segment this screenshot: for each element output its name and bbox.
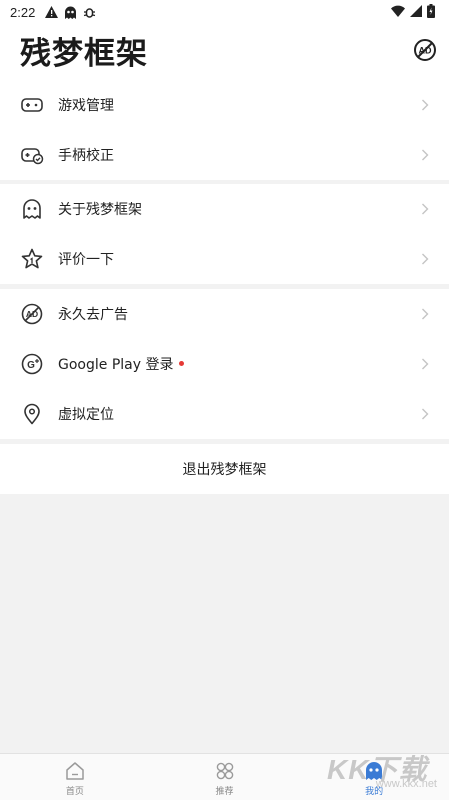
logout-button[interactable]: 退出残梦框架 [0,444,449,494]
gamepad-icon [21,98,43,112]
star-icon [21,248,43,269]
no-ads-icon: AD [21,303,43,325]
tab-mine[interactable]: 我的 [299,754,449,800]
menu-item-label: 虚拟定位 [58,407,114,423]
menu-item-virtual-location[interactable]: 虚拟定位 [0,389,449,439]
menu-item-label: Google Play 登录 [58,357,174,373]
menu-item-remove-ads[interactable]: AD 永久去广告 [0,289,449,339]
chevron-right-icon [422,253,429,265]
menu-item-google-play-login[interactable]: G Google Play 登录 [0,339,449,389]
tab-home[interactable]: 首页 [0,754,150,800]
notification-dot [179,360,185,366]
bug-icon [84,7,96,18]
chevron-right-icon [422,408,429,420]
menu-item-label: 游戏管理 [58,98,114,114]
menu-item-game-management[interactable]: 游戏管理 [0,80,449,130]
wifi-icon [391,5,405,17]
tab-label: 我的 [365,787,384,797]
location-pin-icon [24,403,40,425]
signal-icon [410,5,422,17]
controller-calibrate-icon [21,148,44,165]
tab-recommend[interactable]: 推荐 [150,754,300,800]
no-ads-icon[interactable]: AD [413,38,437,62]
settings-group-about: 关于残梦框架 评价一下 [0,184,449,284]
menu-item-label: 评价一下 [58,252,114,268]
chevron-right-icon [422,149,429,161]
menu-item-label: 关于残梦框架 [58,202,142,218]
chevron-right-icon [422,203,429,215]
chevron-right-icon [422,358,429,370]
tab-label: 首页 [65,787,84,797]
svg-text:G: G [27,360,35,371]
bottom-tab-bar: 首页 推荐 我的 [0,753,449,800]
google-plus-icon: G [21,353,43,375]
status-bar: 2:22 [0,0,449,24]
status-time: 2:22 [10,4,36,20]
clover-icon [216,762,233,780]
settings-group-account: AD 永久去广告 G Google Play 登录 虚拟定位 [0,289,449,439]
ghost-icon [23,199,41,219]
menu-item-controller-calibration[interactable]: 手柄校正 [0,130,449,180]
menu-item-rate[interactable]: 评价一下 [0,234,449,284]
page-title: 残梦框架 [20,36,148,72]
ghost-icon [366,762,383,780]
ghost-icon [65,6,77,19]
chevron-right-icon [422,308,429,320]
page-header: 残梦框架 AD [0,24,449,80]
menu-item-label-wrap: Google Play 登录 [58,354,185,374]
menu-item-about[interactable]: 关于残梦框架 [0,184,449,234]
settings-group-game: 游戏管理 手柄校正 [0,80,449,180]
battery-icon [427,4,435,18]
home-icon [66,762,84,780]
warning-icon [45,6,59,18]
tab-label: 推荐 [215,787,234,797]
chevron-right-icon [422,99,429,111]
menu-item-label: 手柄校正 [58,148,114,164]
menu-item-label: 永久去广告 [58,307,128,323]
